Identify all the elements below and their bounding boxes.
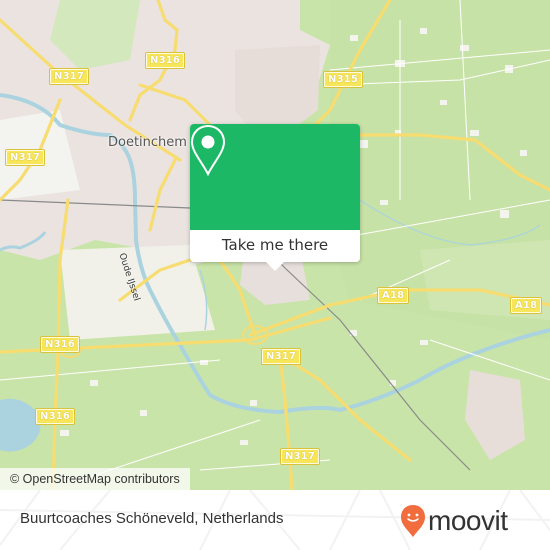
road-shield-n317: N317 — [281, 449, 320, 464]
road-shield-a18: A18 — [378, 288, 409, 303]
road-shield-n317: N317 — [262, 349, 301, 364]
city-label: Doetinchem — [108, 135, 187, 150]
map-view[interactable]: Doetinchem Oude IJssel N316 N317 N315 N3… — [0, 0, 550, 490]
road-shield-n316: N316 — [146, 53, 185, 68]
moovit-logo[interactable]: moovit — [400, 504, 508, 538]
road-shield-n316: N316 — [36, 409, 75, 424]
road-shield-a18: A18 — [511, 298, 542, 313]
popup-pointer — [265, 261, 285, 271]
take-me-there-button[interactable]: Take me there — [190, 230, 360, 262]
road-n317 — [278, 353, 294, 490]
place-name: Buurtcoaches Schöneveld, Netherlands — [20, 510, 284, 527]
lake — [0, 398, 41, 452]
road-shield-n317: N317 — [6, 150, 45, 165]
location-popup: Take me there — [190, 124, 360, 271]
popup-header — [190, 124, 360, 230]
road-shield-n316: N316 — [41, 337, 80, 352]
moovit-wordmark: moovit — [428, 505, 508, 536]
urban-area — [465, 370, 525, 460]
moovit-pin-icon — [401, 505, 425, 537]
road-shield-n317: N317 — [50, 69, 89, 84]
map-pin-icon — [190, 124, 226, 176]
map-attribution[interactable]: © OpenStreetMap contributors — [0, 468, 190, 490]
road-shield-n315: N315 — [324, 72, 363, 87]
footer-bar: Buurtcoaches Schöneveld, Netherlands moo… — [0, 490, 550, 550]
